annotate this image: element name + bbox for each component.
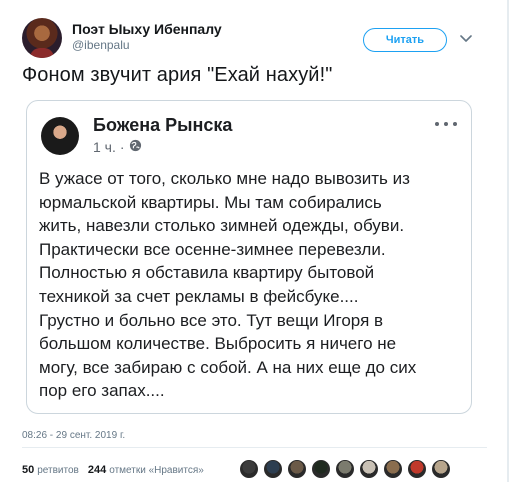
liker-avatar[interactable] — [335, 459, 355, 479]
post-author-name: Божена Рынска — [93, 115, 233, 135]
likes-count: 244 — [87, 464, 107, 476]
post-line: жить, навезли столько зимней одежды, обу… — [39, 216, 405, 236]
post-line: Практически все осенне-зимнее перевезли. — [39, 239, 386, 259]
tweet: Поэт Ыыху Ибенпалу @ibenpalu Читать Фоно… — [0, 0, 509, 482]
post-time: 1 ч. — [93, 139, 116, 155]
post-line: В ужасе от того, сколько мне надо вывози… — [39, 169, 410, 188]
tweet-timestamp[interactable]: 08:26 - 29 сент. 2019 г. — [22, 430, 125, 441]
liker-avatar[interactable] — [431, 459, 451, 479]
liker-avatar[interactable] — [359, 459, 379, 479]
tweet-text: Фоном звучит ария "Ехай нахуй!" — [22, 64, 333, 86]
liker-avatar[interactable] — [311, 459, 331, 479]
post-line: могу, все забираю с собой. А на них еще … — [39, 357, 417, 377]
likes-stat[interactable]: 244 отметки «Нравится» — [88, 464, 204, 476]
retweets-count: 50 — [22, 464, 35, 476]
follow-button[interactable]: Читать — [363, 28, 447, 52]
embedded-post-card[interactable]: Божена Рынска 1 ч. · В ужасе от того, ск… — [26, 100, 472, 414]
post-meta-separator: · — [119, 139, 125, 155]
globe-icon — [129, 139, 142, 155]
author-name[interactable]: Поэт Ыыху Ибенпалу — [72, 21, 222, 37]
liker-avatar[interactable] — [263, 459, 283, 479]
engagement-stats: 50 ретвитов 244 отметки «Нравится» — [22, 459, 213, 481]
more-options-icon[interactable] — [435, 119, 457, 129]
post-line: большом количестве. Выбросить я ничего н… — [39, 334, 397, 354]
post-line: техникой за счет рекламы в фейсбуке.... — [39, 286, 359, 306]
author-avatar[interactable] — [22, 18, 62, 58]
author-handle[interactable]: @ibenpalu — [72, 38, 130, 52]
post-line: Полностью я обставила квартиру бытовой — [39, 263, 375, 283]
liker-avatar[interactable] — [239, 459, 259, 479]
post-line: юрмальской квартиры. Мы там собирались — [39, 192, 382, 212]
avatar-figure — [30, 48, 54, 58]
post-line: Грустно и больно все это. Тут вещи Игоря… — [39, 310, 384, 330]
retweets-label: ретвитов — [37, 464, 79, 476]
post-meta: 1 ч. · — [93, 139, 142, 155]
post-body: В ужасе от того, сколько мне надо вывози… — [39, 167, 463, 403]
liker-avatar[interactable] — [383, 459, 403, 479]
post-line: пор его запах.... — [39, 381, 165, 401]
likes-label: отметки «Нравится» — [109, 464, 204, 476]
liker-avatars — [239, 459, 451, 481]
retweets-stat[interactable]: 50 ретвитов — [22, 464, 79, 476]
liker-avatar[interactable] — [407, 459, 427, 479]
post-author-avatar — [41, 117, 79, 155]
divider — [22, 447, 487, 448]
chevron-down-icon[interactable] — [457, 30, 475, 48]
liker-avatar[interactable] — [287, 459, 307, 479]
